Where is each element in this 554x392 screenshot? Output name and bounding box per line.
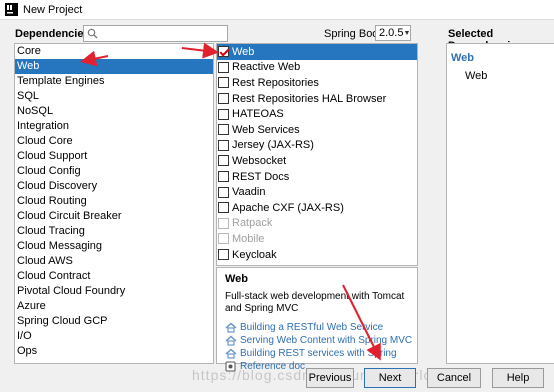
- description-title: Web: [225, 273, 249, 285]
- dependency-checkbox[interactable]: [218, 171, 229, 183]
- guide-link-label[interactable]: Serving Web Content with Spring MVC: [240, 334, 412, 347]
- dependency-item-rest-repositories-hal-browser[interactable]: Rest Repositories HAL Browser: [217, 91, 417, 107]
- dependency-label: Web Services: [232, 123, 300, 136]
- window-title: New Project: [23, 3, 83, 16]
- dependency-item-keycloak[interactable]: Keycloak: [217, 247, 417, 263]
- dependency-checkbox[interactable]: [218, 124, 229, 136]
- category-item-web[interactable]: Web: [15, 59, 213, 74]
- dependency-label: Ratpack: [232, 217, 273, 230]
- intellij-app-icon: [4, 3, 18, 17]
- spring-boot-version-value: 2.0.5: [379, 27, 404, 39]
- dependency-item-rest-docs[interactable]: REST Docs: [217, 169, 417, 185]
- dependency-list: Web Reactive Web Rest Repositories Rest Rep…: [216, 43, 418, 266]
- guide-link-building-rest-services-with-spring[interactable]: Building REST services with Spring: [225, 347, 409, 360]
- dependency-checkbox[interactable]: [218, 108, 229, 120]
- guide-icon: [225, 335, 237, 346]
- dependency-label: REST Docs: [232, 170, 290, 183]
- dependency-checkbox: [218, 233, 229, 245]
- category-item-ops[interactable]: Ops: [15, 344, 213, 359]
- previous-button[interactable]: Previous: [306, 368, 354, 388]
- dependency-label: HATEOAS: [232, 108, 284, 121]
- dependency-description-panel: Web Full-stack web development with Tomc…: [216, 267, 418, 372]
- chevron-down-icon: ▼: [403, 29, 411, 37]
- dependency-label: Apache CXF (JAX-RS): [232, 201, 344, 214]
- dependency-label: Keycloak: [232, 248, 277, 261]
- dependency-item-ratpack: Ratpack: [217, 216, 417, 232]
- guide-icon: [225, 322, 237, 333]
- guide-icon: [225, 348, 237, 359]
- category-item-azure[interactable]: Azure: [15, 299, 213, 314]
- dependency-item-reactive-web[interactable]: Reactive Web: [217, 60, 417, 76]
- guide-link-label[interactable]: Building REST services with Spring: [240, 347, 397, 360]
- dependency-checkbox[interactable]: [218, 249, 229, 261]
- category-list: Core Web Template Engines SQL NoSQL Integrati…: [14, 43, 214, 364]
- category-item-cloud-core[interactable]: Cloud Core: [15, 134, 213, 149]
- category-item-integration[interactable]: Integration: [15, 119, 213, 134]
- dependency-item-apache-cxf-jax-rs[interactable]: Apache CXF (JAX-RS): [217, 200, 417, 216]
- dependency-checkbox[interactable]: [218, 186, 229, 198]
- selected-dependencies-panel: Web Web: [446, 43, 554, 364]
- dependency-item-vaadin[interactable]: Vaadin: [217, 184, 417, 200]
- dependency-item-web[interactable]: Web: [217, 44, 417, 60]
- help-button[interactable]: Help: [492, 368, 544, 388]
- dependency-label: Rest Repositories HAL Browser: [232, 92, 387, 105]
- dependency-label: Vaadin: [232, 186, 266, 199]
- selected-dependency-item[interactable]: Web: [447, 64, 554, 82]
- dependencies-label: Dependencies: [15, 28, 90, 40]
- dependency-item-websocket[interactable]: Websocket: [217, 153, 417, 169]
- selected-group-web: Web: [451, 52, 475, 64]
- search-field[interactable]: [83, 25, 228, 42]
- category-item-cloud-discovery[interactable]: Cloud Discovery: [15, 179, 213, 194]
- category-item-nosql[interactable]: NoSQL: [15, 104, 213, 119]
- dependency-label: Rest Repositories: [232, 76, 319, 89]
- category-item-spring-cloud-gcp[interactable]: Spring Cloud GCP: [15, 314, 213, 329]
- spring-boot-label: Spring Boot: [324, 28, 382, 40]
- spring-boot-version-select[interactable]: 2.0.5 ▼: [375, 25, 411, 41]
- dependency-label: Web: [232, 45, 255, 58]
- category-item-core[interactable]: Core: [15, 44, 213, 59]
- guide-link-serving-web-content-with-spring-mvc[interactable]: Serving Web Content with Spring MVC: [225, 334, 412, 347]
- dependency-label: Mobile: [232, 232, 265, 245]
- dependency-checkbox[interactable]: [218, 77, 229, 89]
- dependency-checkbox: [218, 217, 229, 229]
- dependency-label: Jersey (JAX-RS): [232, 139, 314, 152]
- dependency-item-web-services[interactable]: Web Services: [217, 122, 417, 138]
- category-item-sql[interactable]: SQL: [15, 89, 213, 104]
- category-item-cloud-aws[interactable]: Cloud AWS: [15, 254, 213, 269]
- dependency-item-mobile: Mobile: [217, 231, 417, 247]
- category-item-cloud-messaging[interactable]: Cloud Messaging: [15, 239, 213, 254]
- guide-links: Building a RESTful Web Service Serving We…: [225, 321, 412, 373]
- next-button[interactable]: Next: [364, 368, 416, 388]
- dependency-label: Reactive Web: [232, 61, 301, 74]
- category-item-cloud-contract[interactable]: Cloud Contract: [15, 269, 213, 284]
- guide-link-building-a-restful-web-service[interactable]: Building a RESTful Web Service: [225, 321, 409, 334]
- dependency-checkbox[interactable]: [218, 155, 229, 167]
- category-item-pivotal-cloud-foundry[interactable]: Pivotal Cloud Foundry: [15, 284, 213, 299]
- dependency-checkbox[interactable]: [218, 61, 229, 73]
- cancel-button[interactable]: Cancel: [427, 368, 481, 388]
- category-item-cloud-circuit-breaker[interactable]: Cloud Circuit Breaker: [15, 209, 213, 224]
- description-text: Full-stack web development with Tomcat a…: [225, 291, 405, 314]
- category-item-cloud-routing[interactable]: Cloud Routing: [15, 194, 213, 209]
- category-item-template-engines[interactable]: Template Engines: [15, 74, 213, 89]
- guide-link-label[interactable]: Building a RESTful Web Service: [240, 321, 383, 334]
- dependency-checkbox[interactable]: [218, 93, 229, 105]
- dependency-checkbox[interactable]: [218, 46, 229, 58]
- dependency-item-rest-repositories[interactable]: Rest Repositories: [217, 75, 417, 91]
- dependency-checkbox[interactable]: [218, 139, 229, 151]
- dependency-label: Websocket: [232, 154, 287, 167]
- search-icon: [87, 28, 98, 42]
- search-input[interactable]: [100, 26, 225, 41]
- dependency-item-hateoas[interactable]: HATEOAS: [217, 106, 417, 122]
- category-item-i-o[interactable]: I/O: [15, 329, 213, 344]
- category-item-cloud-tracing[interactable]: Cloud Tracing: [15, 224, 213, 239]
- dependency-checkbox[interactable]: [218, 202, 229, 214]
- category-item-cloud-support[interactable]: Cloud Support: [15, 149, 213, 164]
- category-item-cloud-config[interactable]: Cloud Config: [15, 164, 213, 179]
- dependency-item-jersey-jax-rs[interactable]: Jersey (JAX-RS): [217, 138, 417, 154]
- title-bar: New Project: [0, 0, 554, 20]
